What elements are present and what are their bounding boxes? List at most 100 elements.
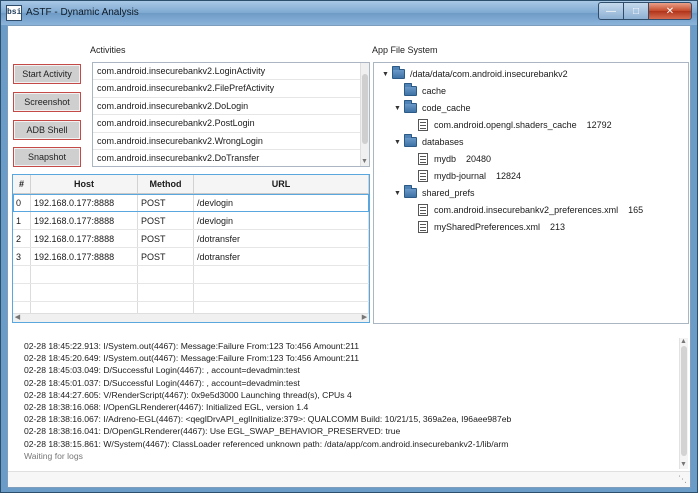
start-activity-button[interactable]: Start Activity: [13, 64, 81, 84]
log-line: 02-28 18:45:01.037: D/Successful Login(4…: [24, 377, 300, 388]
log-line: 02-28 18:45:03.049: D/Successful Login(4…: [24, 365, 300, 376]
table-horizontal-scrollbar[interactable]: ◀ ▶: [13, 313, 369, 322]
empty-cell: [31, 284, 138, 301]
file-size: 165: [628, 205, 644, 215]
row-number: 1: [13, 212, 31, 229]
resize-grip-icon[interactable]: ⋱: [678, 474, 687, 485]
row-host: 192.168.0.177:8888: [31, 248, 138, 265]
tree-node-label: databases: [422, 137, 464, 147]
tree-node-file[interactable]: mydb 20480: [418, 151, 491, 167]
log-line: 02-28 18:38:16.067: I/Adreno-EGL(4467): …: [24, 414, 512, 425]
tree-node-file[interactable]: mySharedPreferences.xml 213: [418, 219, 565, 235]
empty-cell: [138, 284, 194, 301]
file-system-label: App File System: [372, 45, 438, 55]
table-row-empty: [13, 284, 369, 302]
tree-node-file[interactable]: mydb-journal 12824: [418, 168, 521, 184]
scroll-thumb[interactable]: [362, 74, 368, 144]
tree-node-databases[interactable]: ▼ databases: [394, 134, 464, 150]
table-header: # Host Method URL: [13, 175, 369, 194]
file-size: 213: [550, 222, 566, 232]
file-name: com.android.insecurebankv2_preferences.x…: [434, 205, 619, 215]
tree-node-label: code_cache: [422, 103, 471, 113]
folder-icon: [404, 134, 417, 147]
scroll-arrow-icon[interactable]: ▼: [361, 157, 368, 166]
empty-cell: [13, 266, 31, 283]
table-row-empty: [13, 266, 369, 284]
log-line: 02-28 18:45:22.913: I/System.out(4467): …: [24, 341, 360, 351]
expand-arrow-icon[interactable]: ▼: [382, 71, 392, 78]
requests-table: # Host Method URL 0 192.168.0.177:8888 P…: [12, 174, 370, 323]
tree-node-shared-prefs[interactable]: ▼ shared_prefs: [394, 185, 475, 201]
row-host: 192.168.0.177:8888: [31, 212, 138, 229]
file-icon: [418, 170, 428, 182]
activities-label: Activities: [90, 45, 126, 55]
file-icon: [418, 153, 428, 165]
column-header-number[interactable]: #: [13, 175, 31, 193]
list-item[interactable]: com.android.insecurebankv2.LoginActivity: [93, 63, 369, 81]
row-url: /dotransfer: [194, 230, 369, 247]
log-top-spacer: [12, 332, 688, 340]
row-host: 192.168.0.177:8888: [31, 194, 138, 211]
empty-cell: [13, 284, 31, 301]
row-host: 192.168.0.177:8888: [31, 230, 138, 247]
row-number: 2: [13, 230, 31, 247]
tree-node-root[interactable]: ▼ /data/data/com.android.insecurebankv2: [382, 66, 568, 82]
table-row[interactable]: 3 192.168.0.177:8888 POST /dotransfer: [13, 248, 369, 266]
expand-arrow-icon[interactable]: ▼: [394, 105, 404, 112]
list-item[interactable]: com.android.insecurebankv2.DoLogin: [93, 98, 369, 116]
list-item[interactable]: com.android.insecurebankv2.FilePrefActiv…: [93, 80, 369, 98]
row-url: /devlogin: [194, 194, 369, 211]
row-url: /dotransfer: [194, 248, 369, 265]
table-row[interactable]: 2 192.168.0.177:8888 POST /dotransfer: [13, 230, 369, 248]
file-size: 20480: [466, 154, 492, 164]
log-output[interactable]: 02-28 18:45:22.913: I/System.out(4467): …: [12, 332, 688, 469]
list-item[interactable]: com.android.insecurebankv2.PostLogin: [93, 115, 369, 133]
row-method: POST: [138, 230, 194, 247]
tree-node-code-cache[interactable]: ▼ code_cache: [394, 100, 471, 116]
log-line: 02-28 18:45:20.649: I/System.out(4467): …: [24, 353, 360, 364]
activities-scrollbar[interactable]: ▼: [360, 63, 369, 166]
tree-node-file[interactable]: com.android.opengl.shaders_cache 12792: [418, 117, 612, 133]
scroll-arrow-icon[interactable]: ▶: [360, 314, 369, 322]
scroll-arrow-icon[interactable]: ◀: [13, 314, 22, 322]
activities-list[interactable]: com.android.insecurebankv2.LoginActivity…: [92, 62, 370, 167]
file-system-tree: ▼ /data/data/com.android.insecurebankv2 …: [373, 62, 689, 324]
row-number: 0: [13, 194, 31, 211]
tree-node-cache[interactable]: cache: [404, 83, 446, 99]
adb-shell-button[interactable]: ADB Shell: [13, 120, 81, 140]
file-name: com.android.opengl.shaders_cache: [434, 120, 577, 130]
log-scrollbar[interactable]: ▲ ▼: [679, 338, 688, 469]
tree-node-file[interactable]: com.android.insecurebankv2_preferences.x…: [418, 202, 643, 218]
row-method: POST: [138, 194, 194, 211]
app-window: bsi ASTF - Dynamic Analysis — □ ✕ Activi…: [0, 0, 698, 493]
empty-cell: [194, 284, 369, 301]
expand-arrow-icon[interactable]: ▼: [394, 190, 404, 197]
log-line: 02-28 18:38:16.068: I/OpenGLRenderer(446…: [24, 401, 309, 412]
folder-icon: [392, 66, 405, 79]
row-method: POST: [138, 248, 194, 265]
scroll-arrow-icon[interactable]: ▼: [680, 461, 687, 469]
scroll-thumb[interactable]: [681, 346, 687, 456]
table-row[interactable]: 0 192.168.0.177:8888 POST /devlogin: [13, 194, 369, 212]
scroll-arrow-icon[interactable]: ▲: [680, 338, 687, 346]
table-row[interactable]: 1 192.168.0.177:8888 POST /devlogin: [13, 212, 369, 230]
title-bar[interactable]: bsi ASTF - Dynamic Analysis — □ ✕: [1, 1, 697, 25]
tree-node-label: /data/data/com.android.insecurebankv2: [410, 69, 568, 79]
column-header-url[interactable]: URL: [194, 175, 369, 193]
snapshot-button[interactable]: Snapshot: [13, 147, 81, 167]
list-item[interactable]: com.android.insecurebankv2.DoTransfer: [93, 150, 369, 166]
window-title: ASTF - Dynamic Analysis: [26, 7, 139, 18]
list-item[interactable]: com.android.insecurebankv2.WrongLogin: [93, 133, 369, 150]
file-icon: [418, 119, 428, 131]
file-name: mydb: [434, 154, 457, 164]
minimize-button[interactable]: —: [598, 2, 624, 20]
expand-arrow-icon[interactable]: ▼: [394, 139, 404, 146]
close-button[interactable]: ✕: [649, 2, 692, 20]
maximize-button[interactable]: □: [624, 2, 649, 20]
tree-node-label: shared_prefs: [422, 188, 475, 198]
column-header-host[interactable]: Host: [31, 175, 138, 193]
row-number: 3: [13, 248, 31, 265]
screenshot-button[interactable]: Screenshot: [13, 92, 81, 112]
column-header-method[interactable]: Method: [138, 175, 194, 193]
folder-icon: [404, 185, 417, 198]
